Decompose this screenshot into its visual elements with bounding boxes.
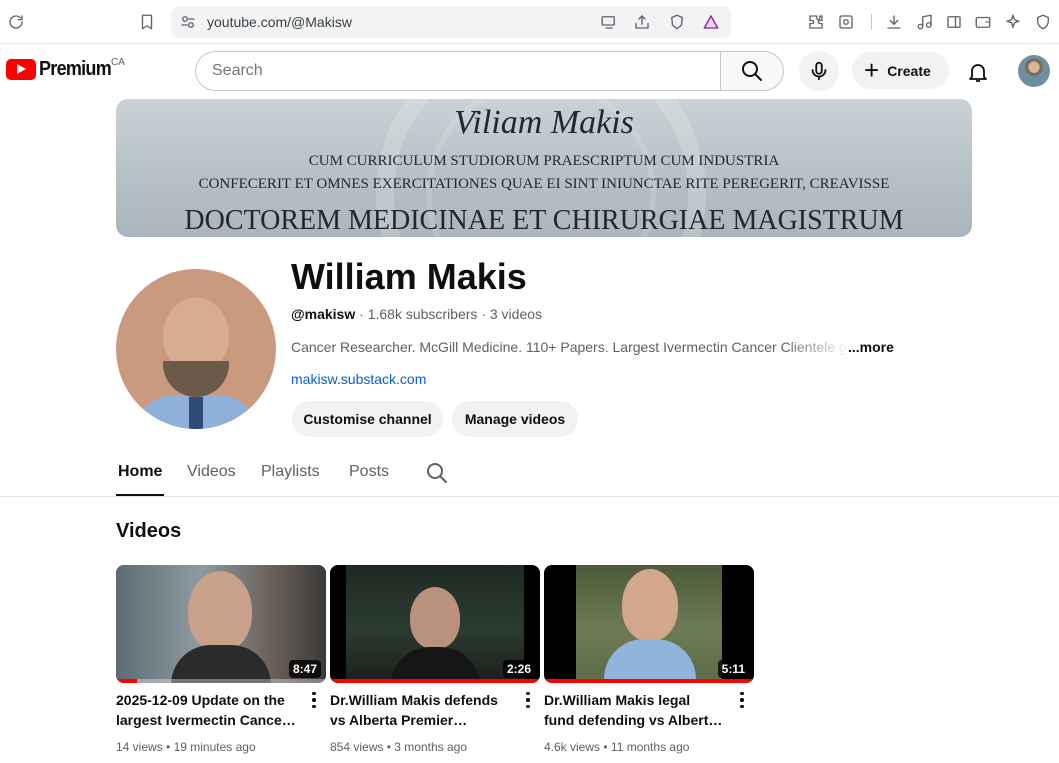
watch-progress-track: [116, 679, 326, 683]
create-label: Create: [887, 62, 931, 79]
channel-tabs: Home Videos Playlists Posts: [0, 449, 1059, 497]
banner-name: Viliam Makis: [454, 104, 634, 141]
toolbar-separator: [871, 14, 872, 30]
vpn-shield-icon[interactable]: [1032, 11, 1054, 33]
channel-title: William Makis: [291, 256, 527, 297]
music-icon[interactable]: [914, 11, 936, 33]
manage-videos-button[interactable]: Manage videos: [452, 401, 578, 437]
search-input[interactable]: [212, 52, 702, 90]
video-views: 854 views: [330, 740, 384, 754]
bell-icon: [969, 64, 987, 82]
account-avatar[interactable]: [1018, 55, 1050, 87]
microphone-icon: [811, 61, 827, 81]
meta-separator: •: [603, 740, 611, 754]
video-meta: 4.6k views • 11 months ago: [544, 740, 689, 754]
brave-shield-icon[interactable]: [666, 11, 688, 33]
download-icon[interactable]: [883, 11, 905, 33]
banner-line-2: CONFECERIT ET OMNES EXERCITATIONES QUAE …: [198, 176, 890, 192]
meta-separator: ·: [359, 306, 368, 322]
video-title[interactable]: 2025-12-09 Update on the largest Ivermec…: [116, 690, 296, 730]
watch-progress-bar: [330, 679, 540, 683]
video-card[interactable]: 8:47 2025-12-09 Update on the largest Iv…: [116, 565, 326, 754]
banner-line-3: DOCTOREM MEDICINAE ET CHIRURGIAE MAGISTR…: [184, 205, 904, 236]
voice-search-button[interactable]: [799, 51, 839, 91]
cast-icon[interactable]: [598, 11, 620, 33]
video-more-options-icon[interactable]: [520, 690, 536, 710]
banner-line-1: CUM CURRICULUM STUDIORUM PRAESCRIPTUM CU…: [308, 153, 780, 169]
video-views: 14 views: [116, 740, 163, 754]
thumbnail-face: [188, 571, 252, 651]
notifications-button[interactable]: [960, 54, 996, 90]
video-thumbnail[interactable]: 8:47: [116, 565, 326, 683]
thumbnail-face: [410, 587, 460, 649]
tab-home[interactable]: Home: [118, 463, 162, 481]
video-thumbnail[interactable]: 2:26: [330, 565, 540, 683]
browser-toolbar: youtube.com/@Makisw: [0, 0, 1059, 44]
video-card[interactable]: 5:11 Dr.William Makis legal fund defendi…: [544, 565, 754, 754]
meta-separator: ·: [481, 306, 490, 322]
extensions-icon[interactable]: [805, 11, 827, 33]
watch-progress-bar: [544, 679, 754, 683]
brave-rewards-icon[interactable]: [700, 11, 722, 33]
active-tab-indicator: [116, 494, 164, 496]
channel-avatar[interactable]: [116, 269, 276, 429]
customise-channel-button[interactable]: Customise channel: [292, 401, 443, 437]
reader-icon[interactable]: [835, 11, 857, 33]
search-button[interactable]: [720, 51, 784, 91]
tab-playlists[interactable]: Playlists: [261, 463, 320, 481]
video-more-options-icon[interactable]: [734, 690, 750, 710]
video-age: 3 months ago: [394, 740, 467, 754]
channel-banner: Viliam Makis CUM CURRICULUM STUDIORUM PR…: [116, 99, 972, 237]
watch-progress-bar: [116, 679, 137, 683]
tab-posts[interactable]: Posts: [349, 463, 389, 481]
sidebar-icon[interactable]: [943, 11, 965, 33]
video-more-options-icon[interactable]: [306, 690, 322, 710]
description-more-link[interactable]: ...more: [848, 339, 894, 355]
channel-handle: @makisw: [291, 306, 356, 322]
video-duration: 8:47: [288, 660, 321, 678]
channel-search-icon[interactable]: [425, 461, 449, 485]
video-meta: 854 views • 3 months ago: [330, 740, 467, 754]
site-settings-icon[interactable]: [177, 11, 199, 33]
reload-icon[interactable]: [5, 11, 27, 33]
share-icon[interactable]: [631, 11, 653, 33]
url-text[interactable]: youtube.com/@Makisw: [207, 14, 352, 30]
video-age: 11 months ago: [610, 740, 690, 754]
video-duration: 5:11: [717, 660, 749, 678]
video-count: 3 videos: [489, 306, 543, 322]
channel-external-link[interactable]: makisw.substack.com: [291, 371, 426, 387]
video-duration: 2:26: [502, 660, 535, 678]
avatar-beard: [163, 361, 229, 397]
video-age: 19 minutes ago: [173, 740, 256, 754]
video-thumbnail[interactable]: 5:11: [544, 565, 754, 683]
subscriber-count: 1.68k subscribers: [367, 306, 478, 322]
video-card[interactable]: 2:26 Dr.William Makis defends vs Alberta…: [330, 565, 540, 754]
channel-meta: @makisw · 1.68k subscribers · 3 videos: [291, 306, 542, 322]
search-box[interactable]: [195, 51, 721, 91]
ai-assistant-icon[interactable]: [1002, 11, 1024, 33]
wallet-icon[interactable]: [972, 11, 994, 33]
video-meta: 14 views • 19 minutes ago: [116, 740, 256, 754]
search-icon: [742, 61, 762, 81]
video-views: 4.6k views: [544, 740, 601, 754]
bookmark-icon[interactable]: [136, 11, 158, 33]
create-button[interactable]: + Create: [852, 52, 949, 89]
youtube-premium-logo[interactable]: Premium: [6, 58, 119, 81]
video-title[interactable]: Dr.William Makis legal fund defending vs…: [544, 690, 724, 730]
plus-icon: +: [864, 54, 880, 85]
youtube-play-icon: [6, 59, 36, 80]
tab-videos[interactable]: Videos: [187, 463, 236, 481]
avatar-tie: [189, 397, 203, 429]
logo-text: Premium: [39, 58, 112, 80]
video-title[interactable]: Dr.William Makis defends vs Alberta Prem…: [330, 690, 510, 730]
section-title: Videos: [116, 520, 182, 542]
address-bar[interactable]: youtube.com/@Makisw: [171, 6, 731, 38]
region-code: CA: [111, 57, 125, 68]
channel-description[interactable]: Cancer Researcher. McGill Medicine. 110+…: [291, 339, 851, 355]
thumbnail-face: [622, 569, 678, 641]
meta-separator: •: [166, 740, 174, 754]
